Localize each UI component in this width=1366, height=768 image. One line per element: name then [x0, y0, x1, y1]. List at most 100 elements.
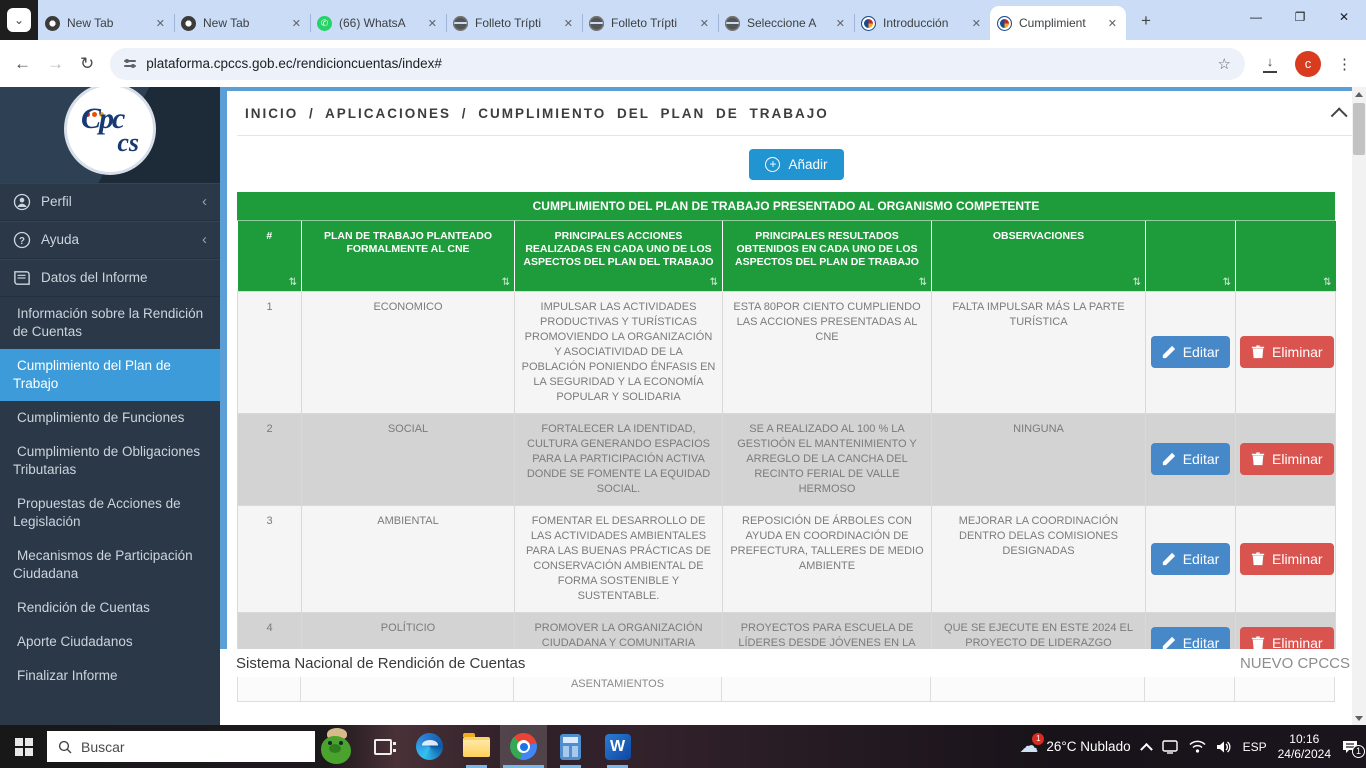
- sidebar-item-rendicion-de-cuentas[interactable]: Rendición de Cuentas: [0, 591, 220, 625]
- sidebar-item-label: Rendición de Cuentas: [13, 599, 207, 617]
- sidebar-item-aporte-ciudadanos[interactable]: Aporte Ciudadanos: [0, 625, 220, 659]
- add-button[interactable]: + Añadir: [749, 149, 843, 180]
- sort-icon[interactable]: ⇅: [502, 276, 510, 289]
- browser-tab-5[interactable]: Folleto Trípti✕: [582, 6, 718, 40]
- tab-close-icon[interactable]: ✕: [154, 15, 167, 32]
- edit-button[interactable]: Editar: [1151, 443, 1231, 475]
- language-indicator[interactable]: ESP: [1243, 740, 1267, 754]
- window-close-button[interactable]: ✕: [1322, 0, 1366, 34]
- table-row-4: 4POLÍTICIOPROMOVER LA ORGANIZACIÓN CIUDA…: [238, 612, 1336, 649]
- delete-button[interactable]: Eliminar: [1240, 543, 1334, 575]
- tab-close-icon[interactable]: ✕: [562, 15, 575, 32]
- column-header-7[interactable]: ⇅: [1236, 221, 1336, 291]
- taskbar-search-input[interactable]: Buscar: [47, 731, 315, 762]
- sidebar-item-cumplimiento-de-funciones[interactable]: Cumplimiento de Funciones: [0, 401, 220, 435]
- column-header-2[interactable]: PLAN DE TRABAJO PLANTEADO FORMALMENTE AL…: [302, 221, 515, 291]
- browser-tab-7[interactable]: Introducción✕: [854, 6, 990, 40]
- delete-button[interactable]: Eliminar: [1240, 336, 1334, 368]
- tab-close-icon[interactable]: ✕: [426, 15, 439, 32]
- edge-taskbar-button[interactable]: [406, 725, 453, 768]
- sort-icon[interactable]: ⇅: [710, 276, 718, 289]
- column-header-6[interactable]: ⇅: [1146, 221, 1236, 291]
- task-view-button[interactable]: [359, 725, 406, 768]
- delete-button[interactable]: Eliminar: [1240, 627, 1334, 649]
- browser-tab-1[interactable]: New Tab ✕: [38, 6, 174, 40]
- sidebar-item-label: Finalizar Informe: [13, 667, 207, 685]
- browser-tab-4[interactable]: Folleto Trípti ✕: [446, 6, 582, 40]
- address-bar[interactable]: plataforma.cpccs.gob.ec/rendicioncuentas…: [110, 48, 1245, 80]
- sidebar-item-perfil[interactable]: Perfil‹: [0, 183, 220, 221]
- tab-close-icon[interactable]: ✕: [834, 15, 847, 32]
- site-info-icon[interactable]: [124, 60, 136, 67]
- word-taskbar-button[interactable]: W: [594, 725, 641, 768]
- back-button[interactable]: ←: [14, 55, 31, 72]
- sort-icon[interactable]: ⇅: [1323, 276, 1331, 289]
- tab-close-icon[interactable]: ✕: [698, 15, 711, 32]
- calculator-taskbar-button[interactable]: [547, 725, 594, 768]
- delete-button[interactable]: Eliminar: [1240, 443, 1334, 475]
- tab-close-icon[interactable]: ✕: [1106, 15, 1119, 32]
- file-explorer-taskbar-button[interactable]: [453, 725, 500, 768]
- content-scrollbar[interactable]: [1352, 87, 1366, 725]
- browser-tab-2[interactable]: New Tab✕: [174, 6, 310, 40]
- sidebar-item-propuestas-de-acciones-de-legislacion[interactable]: Propuestas de Acciones de Legislación: [0, 487, 220, 539]
- column-header-1[interactable]: #⇅: [238, 221, 302, 291]
- chrome-taskbar-button[interactable]: [500, 725, 547, 768]
- collapse-chevron-icon[interactable]: [1331, 107, 1348, 124]
- clipped-cell: [301, 677, 514, 701]
- sidebar-item-datos-del-informe[interactable]: Datos del Informe: [0, 259, 220, 297]
- scroll-down-icon[interactable]: [1352, 711, 1366, 725]
- browser-tab-6[interactable]: Seleccione A✕: [718, 6, 854, 40]
- breadcrumb[interactable]: INICIO / APLICACIONES / CUMPLIMIENTO DEL…: [245, 106, 829, 121]
- cell-acciones: FORTALECER LA IDENTIDAD, CULTURA GENERAN…: [515, 413, 723, 505]
- url-text: plataforma.cpccs.gob.ec/rendicioncuentas…: [146, 56, 442, 71]
- sidebar-item-cumplimiento-de-obligaciones-tributarias[interactable]: Cumplimiento de Obligaciones Tributarias: [0, 435, 220, 487]
- column-header-label: OBSERVACIONES: [993, 230, 1084, 242]
- hidden-icons-chevron[interactable]: [1140, 743, 1153, 756]
- calculator-icon: [560, 734, 581, 760]
- browser-tab-3[interactable]: ✆(66) WhatsA✕: [310, 6, 446, 40]
- sort-icon[interactable]: ⇅: [1133, 276, 1141, 289]
- edit-button[interactable]: Editar: [1151, 627, 1231, 649]
- tab-list-chevron-icon[interactable]: ⌄: [7, 8, 31, 32]
- plus-circle-icon: +: [765, 157, 780, 172]
- reload-button[interactable]: ↻: [80, 55, 94, 72]
- column-header-3[interactable]: PRINCIPALES ACCIONES REALIZADAS EN CADA …: [515, 221, 723, 291]
- downloads-icon[interactable]: ↓: [1261, 56, 1279, 72]
- tab-title: New Tab: [67, 16, 147, 30]
- sort-icon[interactable]: ⇅: [1223, 276, 1231, 289]
- bookmark-star-icon[interactable]: ☆: [1218, 55, 1231, 73]
- edit-button[interactable]: Editar: [1151, 543, 1231, 575]
- weather-widget[interactable]: ☁1 26°C Nublado: [1019, 737, 1130, 756]
- column-header-5[interactable]: OBSERVACIONES ⇅: [932, 221, 1146, 291]
- sidebar-item-mecanismos-de-participacion-ciudadana[interactable]: Mecanismos de Participación Ciudadana: [0, 539, 220, 591]
- sidebar-item-informacion-sobre-la-rendicion-de-cuentas[interactable]: Información sobre la Rendición de Cuenta…: [0, 297, 220, 349]
- sidebar-item-cumplimiento-del-plan-de-trabajo[interactable]: Cumplimiento del Plan de Trabajo: [0, 349, 220, 401]
- volume-icon[interactable]: [1217, 740, 1232, 754]
- new-tab-button[interactable]: +: [1132, 7, 1160, 35]
- tab-close-icon[interactable]: ✕: [290, 15, 303, 32]
- sidebar-item-ayuda[interactable]: ?Ayuda‹: [0, 221, 220, 259]
- app-area: Cpccs Perfil‹?Ayuda‹Datos del InformeInf…: [0, 87, 1366, 725]
- taskbar-clock[interactable]: 10:1624/6/2024: [1278, 732, 1331, 762]
- cast-icon[interactable]: [1162, 740, 1178, 754]
- browser-menu-icon[interactable]: ⋮: [1337, 55, 1352, 73]
- tab-title: Folleto Trípti: [475, 16, 555, 30]
- scroll-up-icon[interactable]: [1352, 87, 1366, 101]
- browser-tab-8[interactable]: Cumplimient✕: [990, 6, 1126, 40]
- edit-button[interactable]: Editar: [1151, 336, 1231, 368]
- forward-button[interactable]: →: [47, 55, 64, 72]
- profile-avatar[interactable]: c: [1295, 51, 1321, 77]
- window-minimize-button[interactable]: —: [1234, 0, 1278, 34]
- start-button[interactable]: [0, 725, 47, 768]
- wifi-icon[interactable]: [1189, 740, 1206, 753]
- sort-icon[interactable]: ⇅: [919, 276, 927, 289]
- notification-center-button[interactable]: 1: [1342, 740, 1358, 754]
- scrollbar-thumb[interactable]: [1353, 103, 1365, 155]
- window-restore-button[interactable]: ❐: [1278, 0, 1322, 34]
- sort-icon[interactable]: ⇅: [289, 276, 297, 289]
- column-header-4[interactable]: PRINCIPALES RESULTADOS OBTENIDOS EN CADA…: [723, 221, 932, 291]
- tab-close-icon[interactable]: ✕: [970, 15, 983, 32]
- sidebar-item-finalizar-informe[interactable]: Finalizar Informe: [0, 659, 220, 693]
- weather-text: 26°C Nublado: [1046, 739, 1130, 754]
